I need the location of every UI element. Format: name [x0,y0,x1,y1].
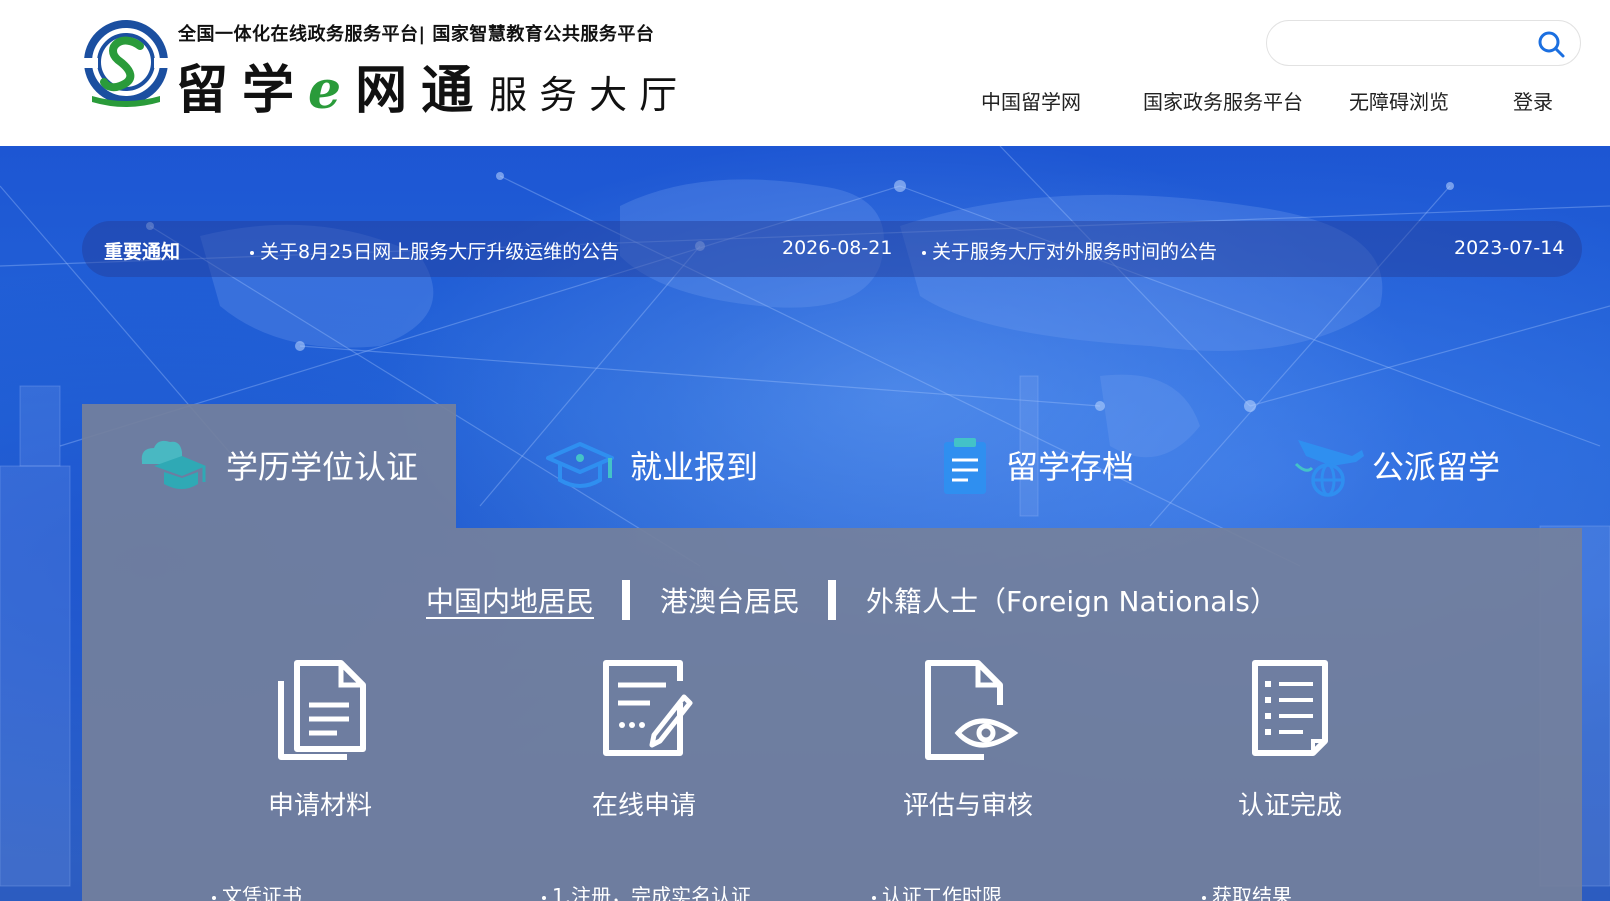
step-label: 评估与审核 [902,791,1033,821]
separator [622,580,630,620]
notice-item[interactable]: 关于服务大厅对外服务时间的公告 [922,237,1217,264]
tab-hk-macao-taiwan-residents[interactable]: 港澳台居民 [660,580,800,620]
notice-bar: 重要通知 关于8月25日网上服务大厅升级运维的公告 2026-08-21 关于服… [82,221,1582,277]
nav-accessibility[interactable]: 无障碍浏览 [1349,86,1449,115]
tab-employment-report[interactable]: 就业报到 [456,404,830,528]
step-detail-text: 文凭证书 [222,884,302,901]
graduation-cap-icon [546,442,614,488]
notice-item-text: 关于8月25日网上服务大厅升级运维的公告 [260,241,620,263]
archive-document-icon [944,438,986,494]
brand-title-e: e [308,60,356,121]
tab-degree-certification[interactable]: 学历学位认证 [82,404,456,528]
step-label: 在线申请 [591,791,696,821]
documents-icon[interactable] [267,653,377,763]
notice-date: 2026-08-21 [782,237,893,259]
step-detail[interactable]: 认证工作时限 [872,880,1002,901]
checklist-icon[interactable] [1237,653,1347,763]
tab-label: 公派留学 [1372,448,1501,486]
nav-china-study-abroad[interactable]: 中国留学网 [981,86,1081,115]
tab-study-archive[interactable]: 留学存档 [830,404,1204,528]
document-eye-icon[interactable] [914,653,1024,763]
brand-title-part2: 网通 [355,60,488,121]
step-detail-text: 1.注册，完成实名认证 [552,884,752,901]
nav-gov-service-platform[interactable]: 国家政务服务平台 [1143,86,1303,115]
step-detail[interactable]: 1.注册，完成实名认证 [542,880,751,901]
hero-banner: 重要通知 关于8月25日网上服务大厅升级运维的公告 2026-08-21 关于服… [0,146,1610,901]
search-icon[interactable] [1536,29,1566,59]
tab-label: 就业报到 [630,448,759,486]
tab-label: 学历学位认证 [226,448,419,486]
step-label: 认证完成 [1237,791,1342,821]
tab-government-sponsored-study[interactable]: 公派留学 [1204,404,1582,528]
brand-title-part1: 留学 [176,60,309,121]
search-box [1266,20,1581,66]
step-detail[interactable]: 获取结果 [1202,880,1292,901]
notice-title: 重要通知 [104,241,181,263]
notice-date: 2023-07-14 [1454,237,1565,259]
nav-login[interactable]: 登录 [1513,86,1553,115]
step-detail-text: 认证工作时限 [882,884,1002,901]
site-logo[interactable] [82,16,172,110]
tab-mainland-residents[interactable]: 中国内地居民 [426,580,594,620]
brand-title: 留学e网通服务大厅 [176,48,689,123]
tab-label: 留学存档 [1006,448,1135,486]
platform-slogan: 全国一体化在线政务服务平台| 国家智慧教育公共服务平台 [178,24,655,45]
graduation-cap-cloud-icon [141,440,206,489]
search-input[interactable] [1285,29,1519,59]
step-detail-text: 获取结果 [1212,884,1292,901]
separator [828,580,836,620]
brand-title-suffix: 服务大厅 [489,73,690,117]
notice-item-text: 关于服务大厅对外服务时间的公告 [932,241,1218,263]
airplane-globe-icon [1294,440,1364,497]
step-label: 申请材料 [267,791,372,821]
site-header: 全国一体化在线政务服务平台| 国家智慧教育公共服务平台 留学e网通服务大厅 中国… [0,0,1610,146]
edit-form-icon[interactable] [590,653,700,763]
tab-foreign-nationals[interactable]: 外籍人士（Foreign Nationals） [866,580,1278,620]
notice-item[interactable]: 关于8月25日网上服务大厅升级运维的公告 [250,237,619,264]
step-detail[interactable]: 文凭证书 [212,880,302,901]
degree-certification-panel: 中国内地居民 港澳台居民 外籍人士（Foreign Nationals） 申请材… [82,528,1582,901]
